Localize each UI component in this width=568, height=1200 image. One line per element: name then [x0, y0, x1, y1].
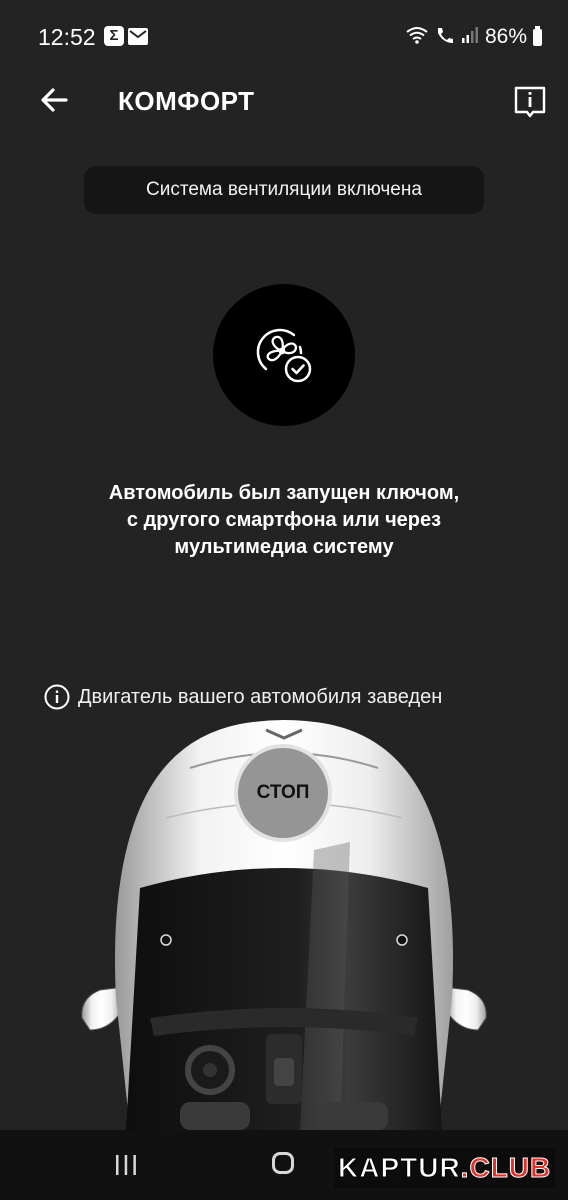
status-time: 12:52	[38, 24, 96, 50]
wifi-calling-icon	[435, 26, 455, 49]
stop-engine-button[interactable]: СТОП	[234, 744, 332, 842]
startup-message: Автомобиль был запущен ключом, с другого…	[40, 480, 528, 561]
mail-icon	[128, 28, 148, 50]
engine-status-text: Двигатель вашего автомобиля заведен	[78, 685, 443, 708]
ventilation-status-banner: Система вентиляции включена	[84, 166, 484, 214]
watermark-part-2: CLUB	[469, 1152, 552, 1184]
message-line-3: мультимедиа систему	[174, 536, 394, 558]
watermark-logo: KAPTUR . CLUB	[334, 1148, 556, 1188]
fan-check-icon	[256, 328, 312, 383]
info-icon	[514, 86, 546, 118]
status-bar: 12:52 Σ 86%	[0, 0, 568, 72]
app-bar: КОМФОРТ	[0, 72, 568, 136]
engine-status: Двигатель вашего автомобиля заведен	[44, 684, 442, 710]
home-icon[interactable]	[272, 1152, 294, 1174]
recent-apps-icon[interactable]	[114, 1154, 138, 1176]
page-title: КОМФОРТ	[118, 86, 255, 116]
back-button[interactable]	[36, 82, 72, 118]
arrow-left-icon	[41, 88, 68, 112]
info-button[interactable]	[512, 84, 548, 120]
wifi-icon	[405, 26, 429, 49]
message-line-1: Автомобиль был запущен ключом,	[108, 482, 460, 504]
battery-icon	[533, 25, 542, 46]
signal-icon	[461, 26, 479, 49]
sigma-icon: Σ	[104, 26, 124, 46]
battery-percent: 86%	[484, 25, 527, 48]
watermark-part-1: KAPTUR	[338, 1152, 461, 1184]
ventilation-indicator	[213, 284, 355, 426]
message-line-2: с другого смартфона или через	[126, 509, 442, 531]
watermark-dot: .	[460, 1152, 470, 1184]
info-circle-icon	[44, 684, 70, 710]
status-icons: 86%	[405, 24, 542, 50]
